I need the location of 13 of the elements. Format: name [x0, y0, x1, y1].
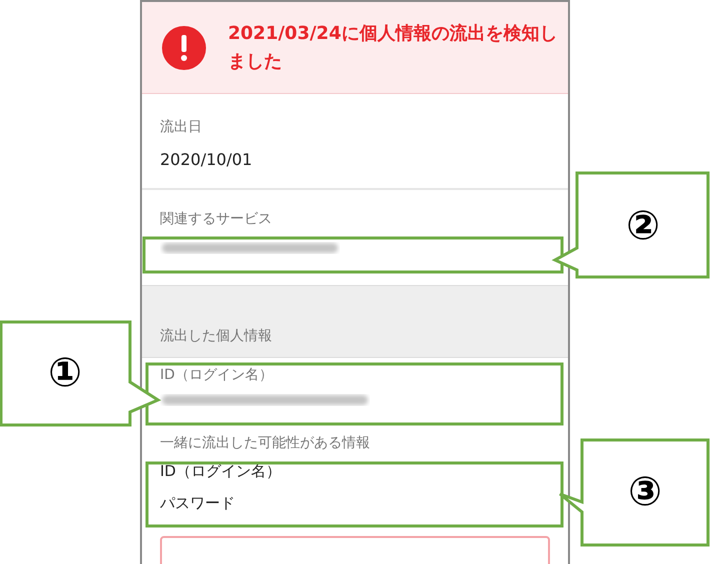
- alert-icon: [162, 26, 206, 70]
- field-label: 関連するサービス: [160, 210, 273, 228]
- field-label: 一緒に流出した可能性がある情報: [160, 434, 371, 452]
- section-title: 流出した個人情報: [160, 327, 272, 345]
- field-value: 2020/10/01: [160, 150, 254, 168]
- callout-number: ①: [48, 353, 82, 393]
- info-item: ID（ログイン名）: [160, 461, 282, 482]
- info-item: パスワード: [160, 493, 236, 514]
- field-label: ID（ログイン名）: [160, 366, 274, 384]
- alert-message: 2021/03/24に個人情報の流出を検知しました: [228, 22, 558, 74]
- callout-number: ③: [628, 472, 662, 512]
- field-label: 流出日: [160, 118, 203, 136]
- callout-number: ②: [626, 206, 660, 246]
